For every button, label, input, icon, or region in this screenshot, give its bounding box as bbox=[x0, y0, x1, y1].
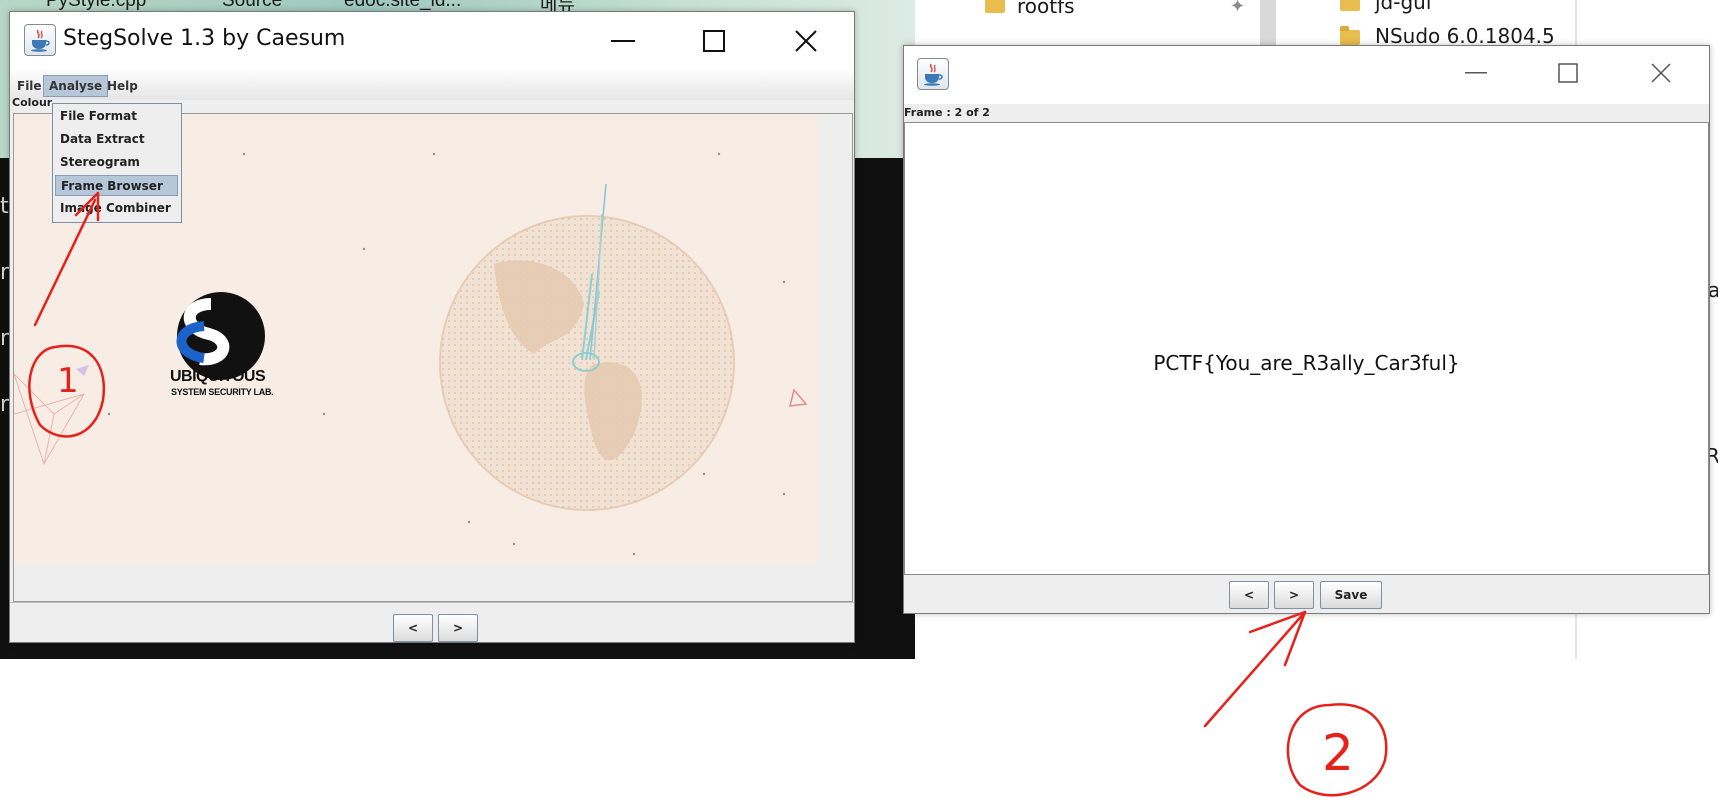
maximize-button[interactable] bbox=[1538, 53, 1598, 93]
colour-plane-label: Colour bbox=[12, 96, 53, 109]
prev-frame-button[interactable]: < bbox=[1229, 581, 1269, 609]
explorer-item-rootfs[interactable]: rootfs bbox=[1017, 0, 1075, 18]
close-icon bbox=[1651, 63, 1671, 83]
window-title: StegSolve 1.3 by Caesum bbox=[63, 26, 346, 51]
folder-icon bbox=[1340, 26, 1360, 45]
menu-bar: File Analyse Help bbox=[10, 70, 854, 100]
prev-button[interactable]: < bbox=[393, 614, 433, 642]
menu-item-file-format[interactable]: File Format bbox=[55, 106, 178, 127]
stegsolve-window: StegSolve 1.3 by Caesum File Analyse Hel… bbox=[9, 11, 855, 643]
frame-browser-window: Frame : 2 of 2 PCTF{You_are_R3ally_Car3f… bbox=[903, 45, 1710, 614]
background-text: t bbox=[0, 194, 9, 219]
folder-icon bbox=[985, 0, 1005, 13]
title-bar[interactable]: StegSolve 1.3 by Caesum bbox=[10, 12, 854, 70]
menu-item-stereogram-solver[interactable]: Stereogram Solver bbox=[55, 152, 178, 190]
flag-text: PCTF{You_are_R3ally_Car3ful} bbox=[1153, 351, 1460, 375]
close-icon bbox=[795, 30, 817, 52]
pin-icon[interactable]: ✦ bbox=[1230, 0, 1245, 17]
menu-file[interactable]: File bbox=[12, 76, 47, 96]
button-row: < > bbox=[10, 602, 854, 643]
menu-help[interactable]: Help bbox=[102, 76, 143, 96]
title-bar[interactable] bbox=[904, 46, 1709, 104]
maximize-button[interactable] bbox=[684, 21, 744, 61]
next-button[interactable]: > bbox=[438, 614, 478, 642]
analyse-menu-dropdown: File Format Data Extract Stereogram Solv… bbox=[52, 103, 182, 223]
logo-subtitle: SYSTEM SECURITY LAB. bbox=[171, 387, 274, 397]
java-icon bbox=[24, 24, 56, 56]
menu-item-image-combiner[interactable]: Image Combiner bbox=[55, 198, 178, 219]
folder-icon bbox=[1340, 0, 1360, 11]
minimize-icon bbox=[1465, 72, 1487, 74]
maximize-icon bbox=[703, 30, 725, 52]
close-button[interactable] bbox=[1631, 53, 1691, 93]
save-button[interactable]: Save bbox=[1320, 581, 1382, 609]
java-icon bbox=[917, 58, 949, 90]
frame-image: PCTF{You_are_R3ally_Car3ful} bbox=[904, 122, 1709, 575]
menu-analyse[interactable]: Analyse bbox=[43, 75, 109, 97]
minimize-icon bbox=[611, 40, 635, 42]
explorer-scrollbar[interactable] bbox=[1260, 0, 1276, 46]
close-button[interactable] bbox=[776, 21, 836, 61]
marker-2: 2 bbox=[1322, 724, 1354, 782]
explorer-item-jd-gui[interactable]: jd-gui bbox=[1375, 0, 1431, 14]
minimize-button[interactable] bbox=[593, 21, 653, 61]
circle-2 bbox=[1286, 703, 1388, 797]
menu-item-frame-browser[interactable]: Frame Browser bbox=[55, 175, 178, 196]
maximize-icon bbox=[1558, 63, 1578, 83]
logo-title: UBIQUITOUS bbox=[170, 368, 266, 385]
frame-counter: Frame : 2 of 2 bbox=[904, 106, 990, 119]
menu-item-data-extract[interactable]: Data Extract bbox=[55, 129, 178, 150]
next-frame-button[interactable]: > bbox=[1274, 581, 1314, 609]
minimize-button[interactable] bbox=[1446, 53, 1506, 93]
